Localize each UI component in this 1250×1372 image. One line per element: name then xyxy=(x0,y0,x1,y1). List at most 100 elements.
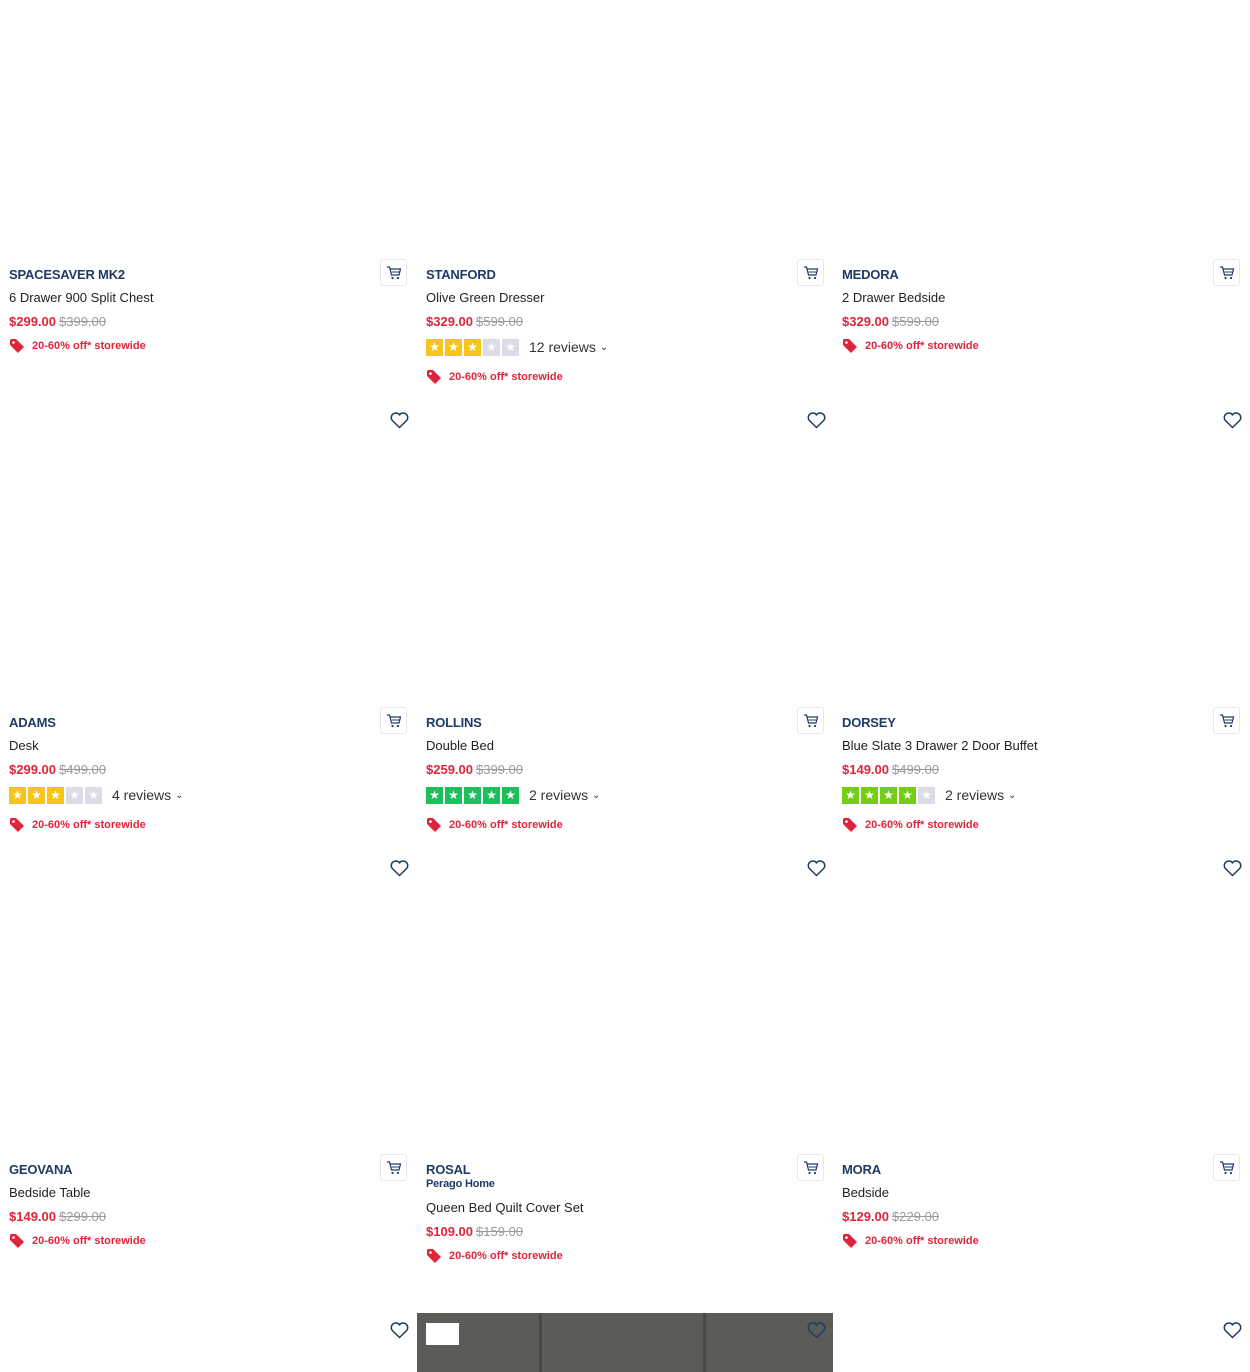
star-icon: ★ xyxy=(842,786,859,804)
cart-icon xyxy=(386,1160,401,1174)
reviews-link[interactable]: 2 reviews ⌄ xyxy=(529,787,601,803)
wishlist-button[interactable] xyxy=(389,859,409,877)
promo-text: 20-60% off* storewide xyxy=(865,340,979,352)
current-price: $329.00 xyxy=(842,314,889,329)
current-price: $299.00 xyxy=(9,314,56,329)
product-brand[interactable]: SPACESAVER MK2 xyxy=(9,267,125,282)
promo-badge: 20-60% off* storewide xyxy=(842,817,979,833)
chevron-down-icon: ⌄ xyxy=(175,789,184,801)
was-price: $159.00 xyxy=(476,1224,523,1239)
product-name[interactable]: Double Bed xyxy=(426,738,494,753)
product-brand[interactable]: ADAMS xyxy=(9,715,56,730)
product-brand[interactable]: DORSEY xyxy=(842,715,896,730)
wishlist-button[interactable] xyxy=(1222,411,1242,429)
product-name[interactable]: Bedside xyxy=(842,1185,889,1200)
product-name[interactable]: Desk xyxy=(9,738,39,753)
product-name[interactable]: 2 Drawer Bedside xyxy=(842,290,945,305)
wishlist-button[interactable] xyxy=(1222,1321,1242,1339)
promo-text: 20-60% off* storewide xyxy=(865,1235,979,1247)
add-to-cart-button[interactable] xyxy=(797,707,824,734)
price: $149.00 $299.00 xyxy=(9,1209,106,1224)
chevron-down-icon: ⌄ xyxy=(592,789,601,801)
wishlist-button[interactable] xyxy=(1222,859,1242,877)
rating[interactable]: ★ ★ ★ ★ ★ 2 reviews ⌄ xyxy=(842,786,1017,804)
image-badge xyxy=(426,1323,459,1345)
was-price: $399.00 xyxy=(59,314,106,329)
wishlist-button[interactable] xyxy=(806,411,826,429)
tag-icon xyxy=(10,818,24,832)
promo-badge: 20-60% off* storewide xyxy=(9,338,146,354)
add-to-cart-button[interactable] xyxy=(1213,707,1240,734)
promo-badge: 20-60% off* storewide xyxy=(426,369,563,385)
product-image[interactable] xyxy=(417,1313,833,1372)
wishlist-button[interactable] xyxy=(389,411,409,429)
star-icon: ★ xyxy=(464,786,481,804)
star-icon: ★ xyxy=(445,786,462,804)
promo-text: 20-60% off* storewide xyxy=(32,819,146,831)
reviews-count[interactable]: 12 reviews xyxy=(529,339,596,355)
product-name[interactable]: 6 Drawer 900 Split Chest xyxy=(9,290,154,305)
product-brand[interactable]: ROLLINS xyxy=(426,715,482,730)
rating[interactable]: ★ ★ ★ ★ ★ 12 reviews ⌄ xyxy=(426,338,608,356)
price: $129.00 $229.00 xyxy=(842,1209,939,1224)
tag-icon xyxy=(843,818,857,832)
product-brand[interactable]: GEOVANA xyxy=(9,1162,73,1177)
tag-icon xyxy=(10,339,24,353)
cart-icon xyxy=(803,713,818,727)
star-icon: ★ xyxy=(880,786,897,804)
add-to-cart-button[interactable] xyxy=(380,259,407,286)
price: $149.00 $499.00 xyxy=(842,762,939,777)
add-to-cart-button[interactable] xyxy=(1213,1154,1240,1181)
star-icon: ★ xyxy=(502,338,519,356)
add-to-cart-button[interactable] xyxy=(797,1154,824,1181)
star-icon: ★ xyxy=(464,338,481,356)
star-icon: ★ xyxy=(28,786,45,804)
product-brand[interactable]: MORA xyxy=(842,1162,881,1177)
price: $299.00 $499.00 xyxy=(9,762,106,777)
heart-icon xyxy=(807,1321,825,1339)
rating[interactable]: ★ ★ ★ ★ ★ 4 reviews ⌄ xyxy=(9,786,184,804)
reviews-link[interactable]: 2 reviews ⌄ xyxy=(945,787,1017,803)
current-price: $329.00 xyxy=(426,314,473,329)
product-name[interactable]: Olive Green Dresser xyxy=(426,290,544,305)
star-icon: ★ xyxy=(445,338,462,356)
product-name[interactable]: Blue Slate 3 Drawer 2 Door Buffet xyxy=(842,738,1038,753)
cart-icon xyxy=(1219,265,1234,279)
heart-icon xyxy=(1223,1321,1241,1339)
was-price: $599.00 xyxy=(476,314,523,329)
cart-icon xyxy=(803,265,818,279)
promo-badge: 20-60% off* storewide xyxy=(9,1233,146,1249)
was-price: $499.00 xyxy=(892,762,939,777)
product-brand[interactable]: STANFORD xyxy=(426,267,496,282)
rating[interactable]: ★ ★ ★ ★ ★ 2 reviews ⌄ xyxy=(426,786,601,804)
tag-icon xyxy=(10,1234,24,1248)
current-price: $149.00 xyxy=(842,762,889,777)
product-name[interactable]: Bedside Table xyxy=(9,1185,90,1200)
promo-badge: 20-60% off* storewide xyxy=(426,1248,563,1264)
wishlist-button[interactable] xyxy=(806,1321,826,1339)
wishlist-button[interactable] xyxy=(389,1321,409,1339)
add-to-cart-button[interactable] xyxy=(380,707,407,734)
add-to-cart-button[interactable] xyxy=(1213,259,1240,286)
star-rating: ★ ★ ★ ★ ★ xyxy=(426,338,521,356)
star-icon: ★ xyxy=(861,786,878,804)
promo-text: 20-60% off* storewide xyxy=(32,340,146,352)
star-icon: ★ xyxy=(502,786,519,804)
was-price: $299.00 xyxy=(59,1209,106,1224)
add-to-cart-button[interactable] xyxy=(380,1154,407,1181)
heart-icon xyxy=(1223,411,1241,429)
add-to-cart-button[interactable] xyxy=(797,259,824,286)
product-name[interactable]: Queen Bed Quilt Cover Set xyxy=(426,1200,584,1215)
wishlist-button[interactable] xyxy=(806,859,826,877)
reviews-link[interactable]: 12 reviews ⌄ xyxy=(529,339,608,355)
reviews-count[interactable]: 4 reviews xyxy=(112,787,171,803)
reviews-link[interactable]: 4 reviews ⌄ xyxy=(112,787,184,803)
cart-icon xyxy=(386,265,401,279)
star-icon: ★ xyxy=(9,786,26,804)
reviews-count[interactable]: 2 reviews xyxy=(529,787,588,803)
product-brand[interactable]: MEDORA xyxy=(842,267,899,282)
reviews-count[interactable]: 2 reviews xyxy=(945,787,1004,803)
product-subbrand: Perago Home xyxy=(426,1178,495,1190)
current-price: $259.00 xyxy=(426,762,473,777)
product-brand[interactable]: ROSAL xyxy=(426,1162,471,1177)
